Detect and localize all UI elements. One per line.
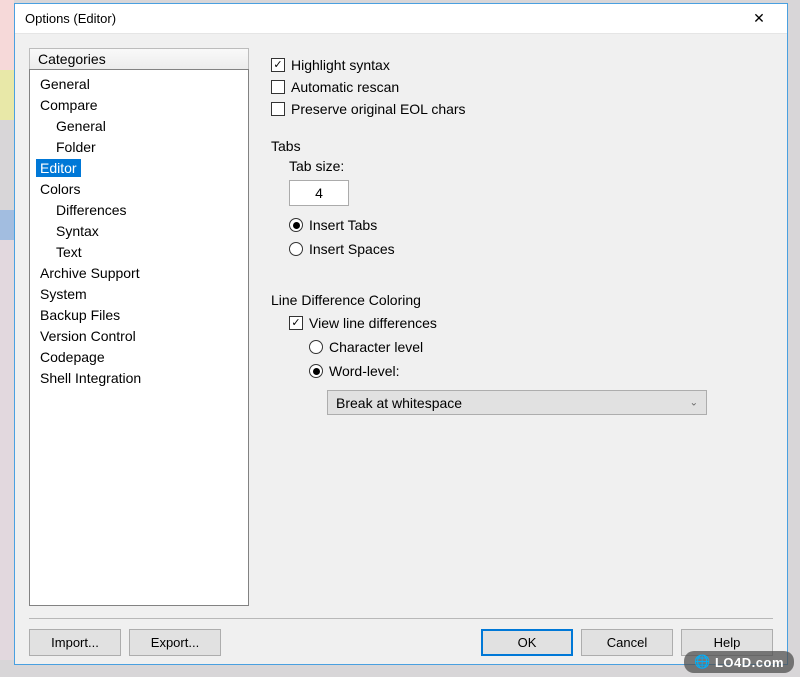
watermark-text: LO4D.com (715, 655, 784, 670)
word-level-radio[interactable]: Word-level: (309, 360, 773, 382)
tabs-group: Tabs Tab size: 4 Insert Tabs Insert Spac… (271, 138, 773, 260)
client-area: Categories General Compare General Folder Ed… (15, 34, 787, 664)
options-dialog: Options (Editor) ✕ Categories General Com… (14, 3, 788, 665)
tree-item[interactable]: General (30, 74, 248, 95)
view-line-diff-checkbox[interactable]: View line differences (289, 312, 773, 334)
tree-item-label: Folder (52, 138, 100, 156)
tree-item[interactable]: Compare (30, 95, 248, 116)
tree-item[interactable]: Editor (30, 158, 248, 179)
checkbox-label: Preserve original EOL chars (291, 101, 466, 117)
export-button[interactable]: Export... (129, 629, 221, 656)
char-level-radio[interactable]: Character level (309, 336, 773, 358)
dialog-buttons: Import... Export... OK Cancel Help (29, 629, 773, 656)
tree-item[interactable]: Codepage (30, 347, 248, 368)
tab-size-input[interactable]: 4 (289, 180, 349, 206)
tree-item-label: Archive Support (36, 264, 144, 282)
tree-item[interactable]: Differences (30, 200, 248, 221)
checkbox-icon (271, 102, 285, 116)
window-title: Options (Editor) (25, 11, 739, 26)
checkbox-icon (271, 58, 285, 72)
divider (29, 618, 773, 619)
tree-item-label: General (52, 117, 110, 135)
radio-label: Insert Spaces (309, 241, 395, 257)
tree-item-label: Compare (36, 96, 102, 114)
checkbox-icon (271, 80, 285, 94)
radio-icon (289, 242, 303, 256)
tree-item[interactable]: Archive Support (30, 263, 248, 284)
tree-item-label: Editor (36, 159, 81, 177)
import-button[interactable]: Import... (29, 629, 121, 656)
cancel-button[interactable]: Cancel (581, 629, 673, 656)
editor-settings-pane: Highlight syntax Automatic rescan Preser… (271, 48, 773, 606)
tree-item[interactable]: General (30, 116, 248, 137)
tree-item[interactable]: Syntax (30, 221, 248, 242)
ok-button[interactable]: OK (481, 629, 573, 656)
tree-item-label: General (36, 75, 94, 93)
categories-tree[interactable]: General Compare General Folder Editor Colors D… (29, 69, 249, 606)
tree-item-label: Shell Integration (36, 369, 145, 387)
tree-item[interactable]: System (30, 284, 248, 305)
tree-item-label: Differences (52, 201, 131, 219)
radio-label: Character level (329, 339, 423, 355)
tree-item-label: System (36, 285, 91, 303)
tree-item-label: Syntax (52, 222, 103, 240)
radio-label: Word-level: (329, 363, 400, 379)
radio-icon (289, 218, 303, 232)
top-area: Categories General Compare General Folder Ed… (29, 48, 773, 606)
checkbox-label: View line differences (309, 315, 437, 331)
group-title: Tabs (271, 138, 773, 154)
tree-item-label: Colors (36, 180, 84, 198)
radio-label: Insert Tabs (309, 217, 377, 233)
close-icon[interactable]: ✕ (739, 5, 779, 33)
tree-item[interactable]: Version Control (30, 326, 248, 347)
combo-value: Break at whitespace (336, 395, 462, 411)
radio-icon (309, 340, 323, 354)
chevron-down-icon: ⌄ (690, 397, 698, 408)
tab-size-label: Tab size: (289, 158, 773, 174)
line-diff-group: Line Difference Coloring View line diffe… (271, 292, 773, 415)
radio-icon (309, 364, 323, 378)
preserve-eol-checkbox[interactable]: Preserve original EOL chars (271, 98, 773, 120)
tree-item-label: Backup Files (36, 306, 124, 324)
watermark: 🌐 LO4D.com (684, 651, 794, 673)
tree-item[interactable]: Shell Integration (30, 368, 248, 389)
checkbox-label: Automatic rescan (291, 79, 399, 95)
checkbox-label: Highlight syntax (291, 57, 390, 73)
tree-item-label: Text (52, 243, 86, 261)
tree-item[interactable]: Colors (30, 179, 248, 200)
automatic-rescan-checkbox[interactable]: Automatic rescan (271, 76, 773, 98)
titlebar: Options (Editor) ✕ (15, 4, 787, 34)
tree-item[interactable]: Folder (30, 137, 248, 158)
insert-spaces-radio[interactable]: Insert Spaces (289, 238, 773, 260)
tree-item-label: Version Control (36, 327, 140, 345)
insert-tabs-radio[interactable]: Insert Tabs (289, 214, 773, 236)
group-title: Line Difference Coloring (271, 292, 773, 308)
break-mode-combo[interactable]: Break at whitespace ⌄ (327, 390, 707, 415)
checkbox-icon (289, 316, 303, 330)
tree-item[interactable]: Backup Files (30, 305, 248, 326)
tree-item-label: Codepage (36, 348, 109, 366)
tree-item[interactable]: Text (30, 242, 248, 263)
categories-sidebar: Categories General Compare General Folder Ed… (29, 48, 249, 606)
globe-icon: 🌐 (694, 654, 711, 670)
categories-header: Categories (29, 48, 249, 69)
highlight-syntax-checkbox[interactable]: Highlight syntax (271, 54, 773, 76)
